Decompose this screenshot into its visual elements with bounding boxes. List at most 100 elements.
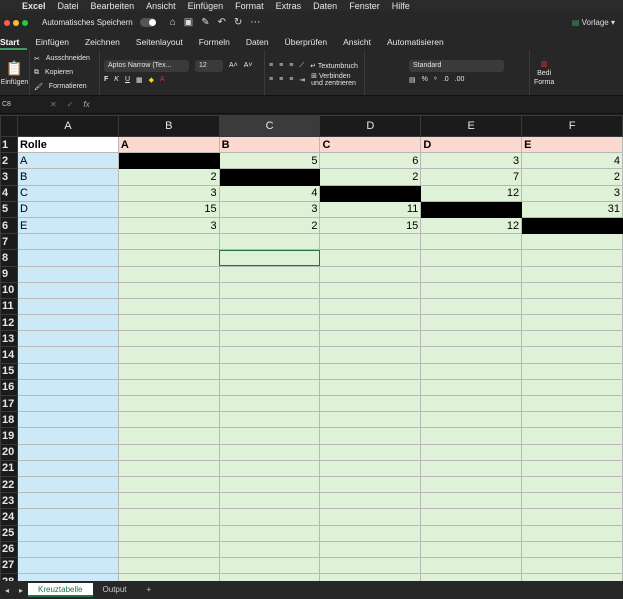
close-window-button[interactable]	[4, 19, 10, 26]
cell[interactable]: E	[521, 135, 623, 154]
cell[interactable]: D	[16, 200, 119, 218]
cell[interactable]: 2	[218, 216, 321, 235]
cell[interactable]	[218, 540, 321, 558]
cell[interactable]	[319, 443, 422, 461]
cell[interactable]: 2	[521, 168, 623, 186]
cell[interactable]	[16, 314, 119, 332]
spreadsheet-grid[interactable]: A B C D E F 1 Rolle A B C D E 2 A 5 6 3 …	[0, 115, 623, 581]
column-header-c[interactable]: C	[218, 115, 321, 137]
align-bottom-icon[interactable]: ≡	[289, 62, 293, 69]
percent-icon[interactable]: %	[422, 76, 428, 83]
cell[interactable]: 3	[521, 184, 623, 202]
edit-icon[interactable]: ✎	[201, 17, 209, 28]
cell[interactable]	[218, 459, 321, 477]
undo-icon[interactable]: ↶	[218, 17, 226, 28]
cell[interactable]	[420, 330, 523, 348]
decrease-decimal-icon[interactable]: .00	[455, 76, 465, 83]
cell[interactable]	[16, 524, 119, 542]
cell[interactable]	[420, 411, 523, 429]
redo-icon[interactable]: ↻	[234, 17, 242, 28]
menu-format[interactable]: Format	[235, 1, 264, 11]
cell[interactable]	[16, 281, 119, 299]
row-header[interactable]: 19	[0, 427, 18, 445]
cell[interactable]	[420, 233, 523, 251]
row-header[interactable]: 2	[0, 152, 18, 170]
format-painter-button[interactable]: 🖌 Formatieren	[34, 81, 95, 93]
row-header[interactable]: 21	[0, 459, 18, 477]
cell[interactable]	[521, 378, 623, 397]
cell[interactable]: 12	[420, 216, 523, 235]
cell[interactable]: B	[16, 168, 119, 186]
increase-font-icon[interactable]: A˄	[229, 62, 238, 69]
decrease-font-icon[interactable]: A˅	[244, 62, 253, 69]
cell[interactable]	[16, 394, 119, 413]
cell[interactable]	[521, 492, 623, 510]
column-header-b[interactable]: B	[117, 115, 220, 137]
tab-formeln[interactable]: Formeln	[191, 34, 238, 50]
cell[interactable]	[117, 492, 220, 510]
cell[interactable]	[117, 556, 220, 575]
cell[interactable]: 3	[117, 216, 220, 235]
cell[interactable]	[16, 249, 119, 267]
cell[interactable]	[16, 443, 119, 461]
cell[interactable]	[319, 508, 422, 526]
prev-sheet-icon[interactable]: ◂	[0, 586, 14, 595]
cell[interactable]	[521, 314, 623, 332]
cell[interactable]	[218, 378, 321, 397]
cell-diagonal[interactable]	[218, 168, 321, 186]
row-header[interactable]: 8	[0, 249, 18, 267]
bold-icon[interactable]: F	[104, 76, 108, 83]
cell-diagonal[interactable]	[521, 216, 623, 235]
menu-extras[interactable]: Extras	[276, 1, 302, 11]
cell[interactable]	[319, 411, 422, 429]
row-header[interactable]: 5	[0, 200, 18, 218]
menu-hilfe[interactable]: Hilfe	[392, 1, 410, 11]
cell[interactable]	[218, 427, 321, 445]
cell[interactable]	[521, 233, 623, 251]
conditional-format-label[interactable]: Bedi	[537, 70, 551, 77]
copy-button[interactable]: ⧉ Kopieren	[34, 67, 95, 79]
row-header[interactable]: 17	[0, 394, 18, 413]
cell[interactable]	[117, 475, 220, 494]
cell[interactable]	[218, 556, 321, 575]
cell[interactable]	[420, 540, 523, 558]
cell[interactable]	[319, 378, 422, 397]
cell[interactable]	[319, 540, 422, 558]
cell[interactable]	[117, 459, 220, 477]
cell[interactable]	[16, 508, 119, 526]
cell[interactable]	[218, 297, 321, 316]
cell[interactable]	[521, 443, 623, 461]
row-header[interactable]: 18	[0, 411, 18, 429]
cell[interactable]: 4	[218, 184, 321, 202]
align-right-icon[interactable]: ≡	[289, 76, 293, 83]
row-header[interactable]: 6	[0, 216, 18, 235]
row-header[interactable]: 23	[0, 492, 18, 510]
font-size-dropdown[interactable]: 12	[195, 59, 223, 72]
cell[interactable]	[420, 492, 523, 510]
cell[interactable]	[218, 573, 321, 581]
cell[interactable]	[319, 265, 422, 283]
cell[interactable]	[420, 573, 523, 581]
column-header-f[interactable]: F	[521, 115, 623, 137]
cell[interactable]	[16, 556, 119, 575]
menu-einfuegen[interactable]: Einfügen	[188, 1, 224, 11]
cell[interactable]	[16, 346, 119, 364]
cell[interactable]	[319, 297, 422, 316]
cell[interactable]	[521, 394, 623, 413]
cell[interactable]	[420, 314, 523, 332]
cell[interactable]	[117, 427, 220, 445]
cell[interactable]: C	[319, 135, 422, 154]
cell[interactable]: 15	[117, 200, 220, 218]
cell[interactable]	[420, 556, 523, 575]
number-format-dropdown[interactable]: Standard	[409, 59, 504, 72]
orientation-icon[interactable]: ⟋	[299, 62, 304, 70]
cell[interactable]	[117, 411, 220, 429]
cell[interactable]	[16, 330, 119, 348]
cell[interactable]	[521, 573, 623, 581]
cell[interactable]	[420, 346, 523, 364]
cell[interactable]: 6	[319, 152, 422, 170]
cell[interactable]	[319, 475, 422, 494]
cell[interactable]	[521, 330, 623, 348]
cell[interactable]	[117, 297, 220, 316]
cell[interactable]	[319, 346, 422, 364]
